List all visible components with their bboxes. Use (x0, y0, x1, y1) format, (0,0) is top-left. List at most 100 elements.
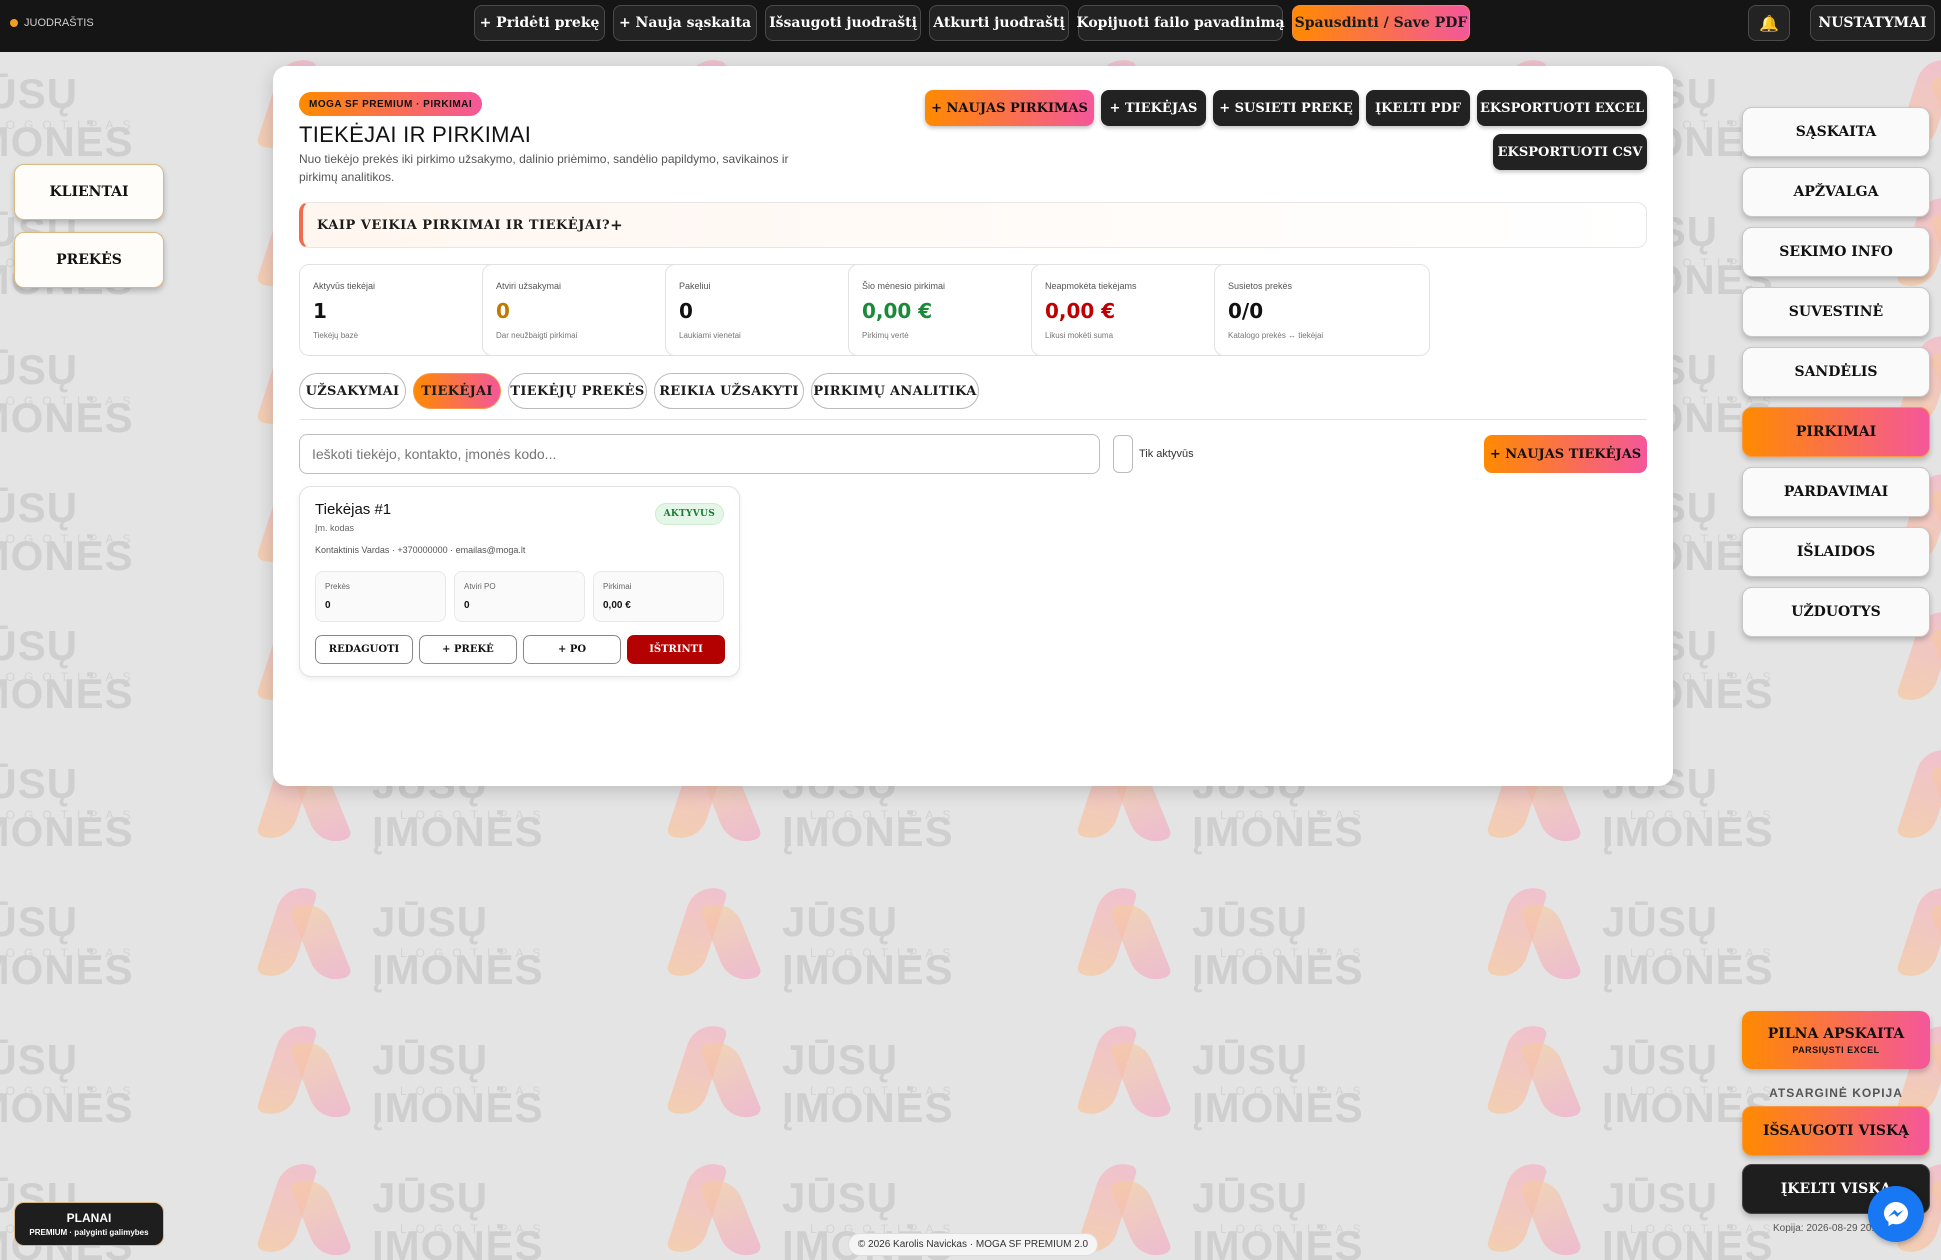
watermark-logo (665, 1156, 763, 1260)
watermark-logo (255, 1156, 353, 1260)
watermark-tile: JŪSŲ ĮMONĖSLOGOTIPAS (1895, 742, 1941, 872)
add-product-to-supplier-button[interactable]: + PREKĖ (419, 635, 517, 664)
metric-value: 0 (464, 600, 470, 611)
print-pdf-button[interactable]: Spausdinti / Save PDF (1292, 5, 1470, 41)
top-toolbar: JUODRAŠTIS + Pridėti prekę + Nauja sąska… (0, 0, 1941, 52)
stat-caption: Tiekėjų bazė (313, 331, 359, 340)
upload-pdf-button[interactable]: ĮKELTI PDF (1366, 90, 1470, 126)
expand-icon: + (610, 216, 624, 234)
stat-value: 0,00 € (862, 299, 933, 323)
full-accounting-button[interactable]: PILNA APSKAITA PARSIŲSTI EXCEL (1742, 1011, 1930, 1069)
add-supplier-button[interactable]: + TIEKĖJAS (1101, 90, 1206, 126)
how-it-works-label: KAIP VEIKIA PIRKIMAI IR TIEKĖJAI? (317, 217, 611, 233)
watermark-subtext: LOGOTIPAS (400, 946, 550, 960)
copy-filename-button[interactable]: Kopijuoti failo pavadinimą (1076, 5, 1285, 41)
stat-value: 1 (313, 299, 327, 323)
new-supplier-button[interactable]: + NAUJAS TIEKĖJAS (1484, 435, 1647, 473)
stat-linked-products: Susietos prekės 0/0 Katalogo prekės ↔ tiek… (1214, 264, 1430, 356)
restore-draft-button[interactable]: Atkurti juodraštį (929, 5, 1069, 41)
stat-caption: Pirkimų vertė (862, 331, 909, 340)
watermark-subtext: LOGOTIPAS (1220, 1084, 1370, 1098)
delete-supplier-button[interactable]: IŠTRINTI (627, 635, 725, 664)
watermark-tile: JŪSŲ ĮMONĖSLOGOTIPAS (0, 604, 210, 734)
save-all-button[interactable]: IŠSAUGOTI VISKĄ (1742, 1106, 1930, 1156)
watermark-tile: JŪSŲ ĮMONĖSLOGOTIPAS (0, 880, 210, 1010)
notifications-button[interactable]: 🔔 (1748, 5, 1790, 41)
watermark-subtext: LOGOTIPAS (400, 1222, 550, 1236)
watermark-subtext: LOGOTIPAS (0, 946, 140, 960)
nav-expenses[interactable]: IŠLAIDOS (1742, 527, 1930, 577)
only-active-checkbox[interactable] (1113, 435, 1133, 473)
watermark-logo (255, 1018, 353, 1128)
watermark-subtext: LOGOTIPAS (1220, 946, 1370, 960)
nav-tracking-info[interactable]: SEKIMO INFO (1742, 227, 1930, 277)
draft-label: JUODRAŠTIS (24, 17, 94, 29)
watermark-tile: JŪSŲ ĮMONĖSLOGOTIPAS (1485, 880, 1850, 1010)
nav-products[interactable]: PREKĖS (14, 232, 164, 288)
stat-caption: Dar neužbaigti pirkimai (496, 331, 578, 340)
watermark-logo (1485, 1156, 1583, 1260)
settings-button[interactable]: NUSTATYMAI (1810, 5, 1935, 41)
nav-purchases[interactable]: PIRKIMAI (1742, 407, 1930, 457)
plans-button[interactable]: PLANAI PREMIUM · palyginti galimybes (14, 1202, 164, 1246)
add-po-button[interactable]: + PO (523, 635, 621, 664)
watermark-tile: JŪSŲ ĮMONĖSLOGOTIPAS (0, 52, 210, 182)
add-product-button[interactable]: + Pridėti prekę (474, 5, 605, 41)
watermark-subtext: LOGOTIPAS (1220, 808, 1370, 822)
watermark-subtext: LOGOTIPAS (810, 808, 960, 822)
plans-subtitle: PREMIUM · palyginti galimybes (29, 1228, 149, 1237)
tab-supplier-products[interactable]: TIEKĖJŲ PREKĖS (508, 373, 647, 409)
watermark-subtext: LOGOTIPAS (0, 808, 140, 822)
watermark-tile: JŪSŲ ĮMONĖSLOGOTIPAS (0, 328, 210, 458)
watermark-subtext: LOGOTIPAS (810, 946, 960, 960)
how-it-works-accordion[interactable]: KAIP VEIKIA PIRKIMAI IR TIEKĖJAI? + (299, 202, 1647, 248)
tab-orders[interactable]: UŽSAKYMAI (299, 373, 406, 409)
nav-summary[interactable]: SUVESTINĖ (1742, 287, 1930, 337)
messenger-icon (1884, 1202, 1908, 1226)
section-badge: MOGA SF PREMIUM · PIRKIMAI (299, 92, 483, 116)
page-title: TIEKĖJAI IR PIRKIMAI (299, 122, 532, 147)
link-product-button[interactable]: + SUSIETI PREKĘ (1213, 90, 1359, 126)
watermark-logo (665, 1018, 763, 1128)
bell-icon: 🔔 (1759, 13, 1779, 33)
watermark-logo (1895, 742, 1941, 852)
nav-sales[interactable]: PARDAVIMAI (1742, 467, 1930, 517)
stat-value: 0/0 (1228, 299, 1264, 323)
tab-suppliers[interactable]: TIEKĖJAI (413, 373, 501, 409)
nav-overview[interactable]: APŽVALGA (1742, 167, 1930, 217)
nav-tasks[interactable]: UŽDUOTYS (1742, 587, 1930, 637)
watermark-tile: JŪSŲ ĮMONĖSLOGOTIPAS (0, 742, 210, 872)
watermark-text: JŪSŲ ĮMONĖS (1192, 1174, 1364, 1260)
new-purchase-button[interactable]: + NAUJAS PIRKIMAS (925, 90, 1094, 126)
metric-value: 0,00 € (603, 600, 631, 611)
stat-label: Šio mėnesio pirkimai (862, 281, 946, 291)
watermark-subtext: LOGOTIPAS (1630, 808, 1780, 822)
status-dot (10, 19, 18, 27)
watermark-subtext: LOGOTIPAS (0, 1084, 140, 1098)
messenger-chat-button[interactable] (1868, 1186, 1924, 1242)
plans-title: PLANAI (66, 1211, 112, 1225)
export-excel-button[interactable]: EKSPORTUOTI EXCEL (1477, 90, 1647, 126)
only-active-label: Tik aktyvūs (1139, 448, 1194, 460)
watermark-subtext: LOGOTIPAS (810, 1084, 960, 1098)
nav-invoice[interactable]: SĄSKAITA (1742, 107, 1930, 157)
metric-label: Prekės (325, 582, 350, 591)
save-draft-button[interactable]: Išsaugoti juodraštį (765, 5, 921, 41)
metric-purchases: Pirkimai 0,00 € (593, 571, 724, 622)
footer-copyright: © 2026 Karolis Navickas · MOGA SF PREMIU… (848, 1233, 1098, 1256)
nav-warehouse[interactable]: SANDĖLIS (1742, 347, 1930, 397)
export-csv-button[interactable]: EKSPORTUOTI CSV (1493, 134, 1647, 170)
tab-purchase-analytics[interactable]: PIRKIMŲ ANALITIKA (811, 373, 979, 409)
tab-needs-ordering[interactable]: REIKIA UŽSAKYTI (654, 373, 804, 409)
nav-clients[interactable]: KLIENTAI (14, 164, 164, 220)
new-invoice-button[interactable]: + Nauja sąskaita (613, 5, 757, 41)
stat-label: Susietos prekės (1228, 281, 1293, 291)
watermark-logo (1075, 880, 1173, 990)
edit-supplier-button[interactable]: REDAGUOTI (315, 635, 413, 664)
stat-caption: Katalogo prekės ↔ tiekėjai (1228, 331, 1324, 340)
watermark-text: JŪSŲ ĮMONĖS (372, 1174, 544, 1260)
supplier-search-input[interactable] (299, 434, 1100, 474)
watermark-logo (1485, 880, 1583, 990)
watermark-subtext: LOGOTIPAS (400, 808, 550, 822)
watermark-logo (255, 880, 353, 990)
